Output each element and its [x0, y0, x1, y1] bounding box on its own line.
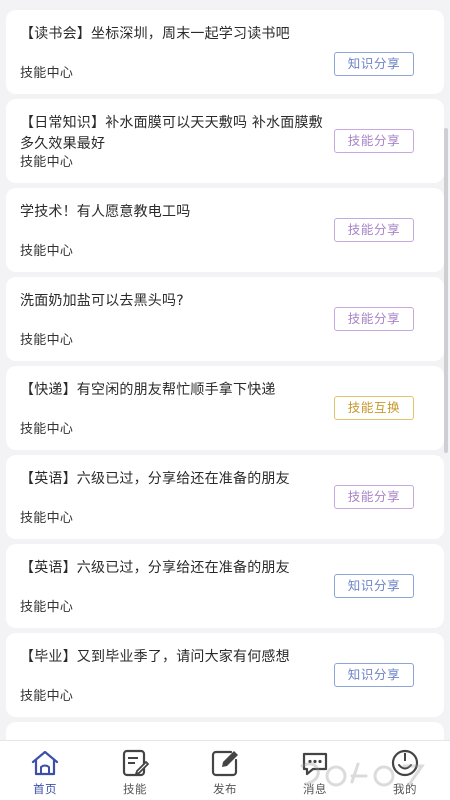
post-category: 技能中心 — [20, 155, 74, 170]
tab-profile[interactable]: 我的 — [360, 741, 450, 800]
post-card[interactable]: 【毕业】又到毕业季了，请问大家有何感想 技能中心 知识分享 — [6, 633, 444, 717]
post-feed[interactable]: 【读书会】坐标深圳，周末一起学习读书吧 技能中心 知识分享 【日常知识】补水面膜… — [0, 0, 450, 740]
post-tag[interactable]: 知识分享 — [334, 574, 414, 598]
post-title: 【读书会】坐标深圳，周末一起学习读书吧 — [20, 26, 290, 42]
post-title: 学技术！有人愿意教电工吗 — [20, 204, 191, 220]
profile-icon — [391, 749, 419, 777]
compose-icon — [211, 750, 238, 777]
post-title: 【日常知识】补水面膜可以天天敷吗 补水面膜敷多久效果最好 — [20, 115, 323, 152]
edit-note-icon — [122, 749, 149, 777]
post-card[interactable]: 【快递】有空闲的朋友帮忙顺手拿下快递 技能中心 技能互换 — [6, 366, 444, 450]
post-category: 技能中心 — [20, 422, 74, 437]
post-category: 技能中心 — [20, 689, 74, 704]
post-title: 【快递】有空闲的朋友帮忙顺手拿下快递 — [20, 382, 276, 398]
post-card-partial[interactable] — [6, 722, 444, 740]
post-category: 技能中心 — [20, 600, 74, 615]
post-card[interactable]: 【英语】六级已过，分享给还在准备的朋友 技能中心 技能分享 — [6, 455, 444, 539]
home-icon — [31, 750, 59, 776]
post-tag[interactable]: 技能分享 — [334, 485, 414, 509]
post-card[interactable]: 学技术！有人愿意教电工吗 技能中心 技能分享 — [6, 188, 444, 272]
post-tag[interactable]: 技能互换 — [334, 396, 414, 420]
tab-label: 发布 — [213, 782, 237, 796]
post-category: 技能中心 — [20, 66, 74, 81]
post-title: 洗面奶加盐可以去黑头吗? — [20, 293, 184, 309]
post-title: 【英语】六级已过，分享给还在准备的朋友 — [20, 560, 290, 576]
post-category: 技能中心 — [20, 244, 74, 259]
tab-label: 技能 — [123, 782, 147, 796]
tab-publish[interactable]: 发布 — [180, 741, 270, 800]
post-tag[interactable]: 知识分享 — [334, 52, 414, 76]
post-card[interactable]: 【英语】六级已过，分享给还在准备的朋友 技能中心 知识分享 — [6, 544, 444, 628]
app-screen: 【读书会】坐标深圳，周末一起学习读书吧 技能中心 知识分享 【日常知识】补水面膜… — [0, 0, 450, 800]
tab-label: 消息 — [303, 782, 327, 796]
post-title: 【毕业】又到毕业季了，请问大家有何感想 — [20, 649, 290, 665]
tab-messages[interactable]: 消息 — [270, 741, 360, 800]
post-tag[interactable]: 技能分享 — [334, 129, 414, 153]
post-category: 技能中心 — [20, 511, 74, 526]
post-card[interactable]: 洗面奶加盐可以去黑头吗? 技能中心 技能分享 — [6, 277, 444, 361]
post-card[interactable]: 【读书会】坐标深圳，周末一起学习读书吧 技能中心 知识分享 — [6, 10, 444, 94]
post-tag[interactable]: 技能分享 — [334, 307, 414, 331]
tab-label: 我的 — [393, 782, 417, 796]
message-icon — [302, 752, 328, 776]
tab-label: 首页 — [33, 782, 57, 796]
post-title: 【英语】六级已过，分享给还在准备的朋友 — [20, 471, 290, 487]
post-card[interactable]: 【日常知识】补水面膜可以天天敷吗 补水面膜敷多久效果最好 技能中心 技能分享 — [6, 99, 444, 183]
post-tag[interactable]: 技能分享 — [334, 218, 414, 242]
feed-scrollbar[interactable] — [444, 128, 448, 453]
post-tag[interactable]: 知识分享 — [334, 663, 414, 687]
bottom-tab-bar: 首页 技能 发布 消息 我的 — [0, 740, 450, 800]
post-category: 技能中心 — [20, 333, 74, 348]
tab-home[interactable]: 首页 — [0, 741, 90, 800]
tab-skills[interactable]: 技能 — [90, 741, 180, 800]
